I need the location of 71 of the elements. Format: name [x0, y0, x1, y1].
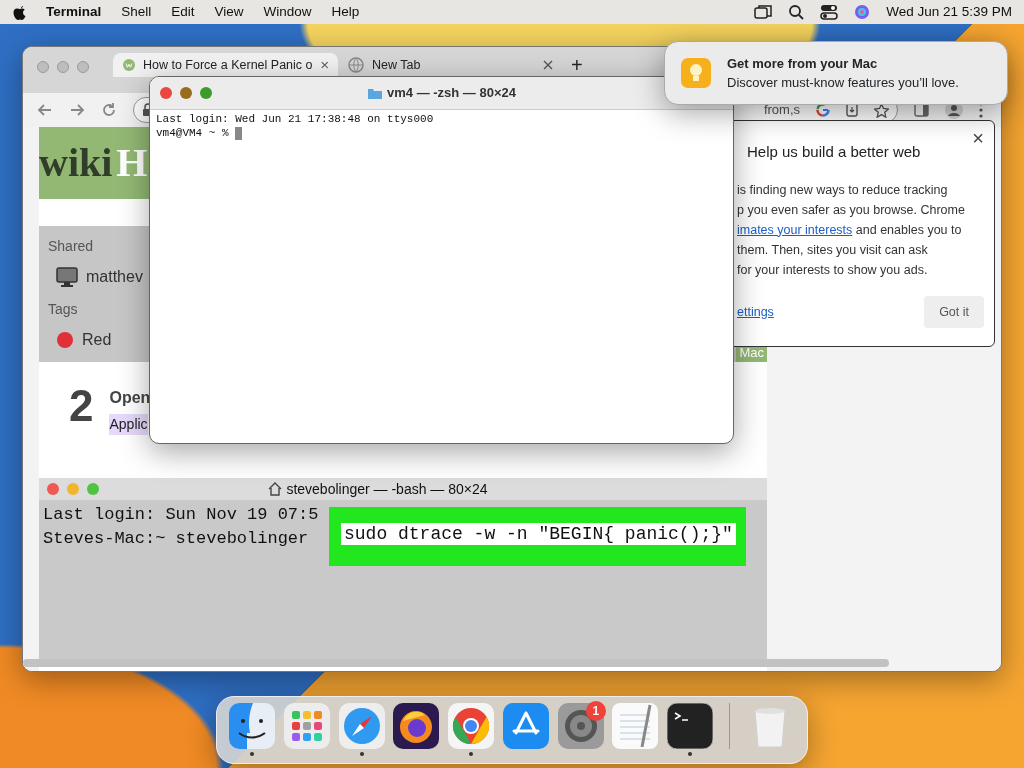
command-text: sudo dtrace -w -n "BEGIN{ panic();}" — [341, 523, 736, 545]
forward-icon[interactable] — [69, 102, 85, 118]
monitor-icon — [56, 267, 78, 287]
clock[interactable]: Wed Jun 21 5:39 PM — [886, 1, 1012, 23]
compass-icon[interactable] — [338, 703, 385, 749]
browser-tab[interactable]: How to Force a Kernel Panic o — [113, 53, 338, 77]
new-tab-button[interactable]: + — [571, 53, 583, 77]
reload-icon[interactable] — [101, 102, 117, 118]
folder-icon — [367, 86, 383, 100]
lightbulb-icon — [681, 58, 711, 88]
cursor — [235, 126, 243, 140]
sidebar-item[interactable]: matthev — [86, 265, 143, 289]
settings-link[interactable]: ettings — [737, 302, 774, 322]
notification-title: Get more from your Mac — [727, 54, 879, 73]
step-number: 2 — [69, 384, 94, 432]
tab-title: New Tab — [372, 56, 422, 74]
window-button[interactable] — [160, 87, 172, 99]
star-icon[interactable] — [874, 102, 889, 118]
menu-item[interactable]: Shell — [111, 1, 162, 23]
terminal-icon[interactable] — [666, 703, 713, 749]
sidebar-icon[interactable] — [914, 103, 929, 117]
siri-icon[interactable] — [854, 4, 871, 20]
link[interactable]: imates your interests — [737, 222, 853, 237]
terminal-line: vm4@VM4 ~ % — [156, 127, 229, 139]
window-title: vm4 — -zsh — 80×24 — [387, 84, 516, 103]
notification-text: Discover must-know features you’ll love. — [727, 74, 959, 92]
wikihow-icon — [123, 57, 135, 73]
notification[interactable]: Get more from your Mac Discover must-know features you’ll love. — [664, 41, 1008, 105]
terminal-line: Last login: Sun Nov 19 07:5 — [43, 504, 320, 526]
close-button[interactable]: × — [972, 123, 984, 153]
sidebar-item[interactable]: Red — [82, 328, 112, 352]
google-icon[interactable] — [816, 103, 830, 117]
logo-text: wiki — [39, 139, 113, 187]
logo-text: H — [116, 139, 148, 187]
gear-icon[interactable] — [557, 703, 604, 749]
step-title: Open — [109, 388, 151, 408]
popup-text: is finding new ways to reduce tracking p you even safer as you browse. Chrome imates your interests and enables you to them. Then, sites you visit can ask for your interests to show you ads. — [737, 181, 966, 279]
notepad-icon[interactable] — [612, 703, 659, 749]
app-menu[interactable]: Terminal — [36, 1, 112, 23]
app-grid-icon[interactable] — [284, 703, 331, 749]
install-icon[interactable] — [846, 103, 858, 117]
browser-tab[interactable]: New Tab — [338, 53, 563, 77]
close-icon[interactable] — [543, 60, 553, 70]
menu-item[interactable]: Edit — [161, 1, 205, 23]
firefox-icon[interactable] — [393, 703, 440, 749]
back-icon[interactable] — [37, 102, 53, 118]
search-icon[interactable] — [788, 4, 805, 20]
terminal-line: Last login: Wed Jun 21 17:38:48 on ttys000 — [156, 113, 434, 125]
globe-icon — [348, 57, 364, 73]
app-store-icon[interactable] — [502, 703, 549, 749]
menu-item[interactable]: Window — [253, 1, 322, 23]
window-button[interactable] — [200, 87, 212, 99]
finder-icon[interactable] — [229, 703, 276, 749]
chrome-icon[interactable] — [448, 703, 495, 749]
window-button[interactable] — [180, 87, 192, 99]
home-icon — [268, 482, 283, 496]
section-heading: Tags — [48, 300, 78, 319]
terminal-line: Steves-Mac:~ stevebolinger — [43, 528, 309, 550]
window-title: stevebolinger — -bash — 80×24 — [286, 479, 488, 499]
scrollbar[interactable] — [23, 659, 889, 667]
close-icon[interactable] — [320, 60, 328, 70]
menu-item[interactable]: View — [204, 1, 254, 23]
window-switcher-icon[interactable] — [754, 4, 773, 20]
highlighted-text: Applic — [109, 414, 148, 435]
got-it-button[interactable]: Got it — [924, 295, 984, 329]
menu-item[interactable]: Help — [321, 1, 370, 23]
control-center-icon[interactable] — [820, 4, 839, 20]
apple-icon[interactable] — [12, 3, 28, 21]
tab-title: How to Force a Kernel Panic o — [143, 56, 313, 74]
section-heading: Shared — [48, 237, 94, 256]
popup-title: Help us build a better web — [746, 142, 922, 162]
